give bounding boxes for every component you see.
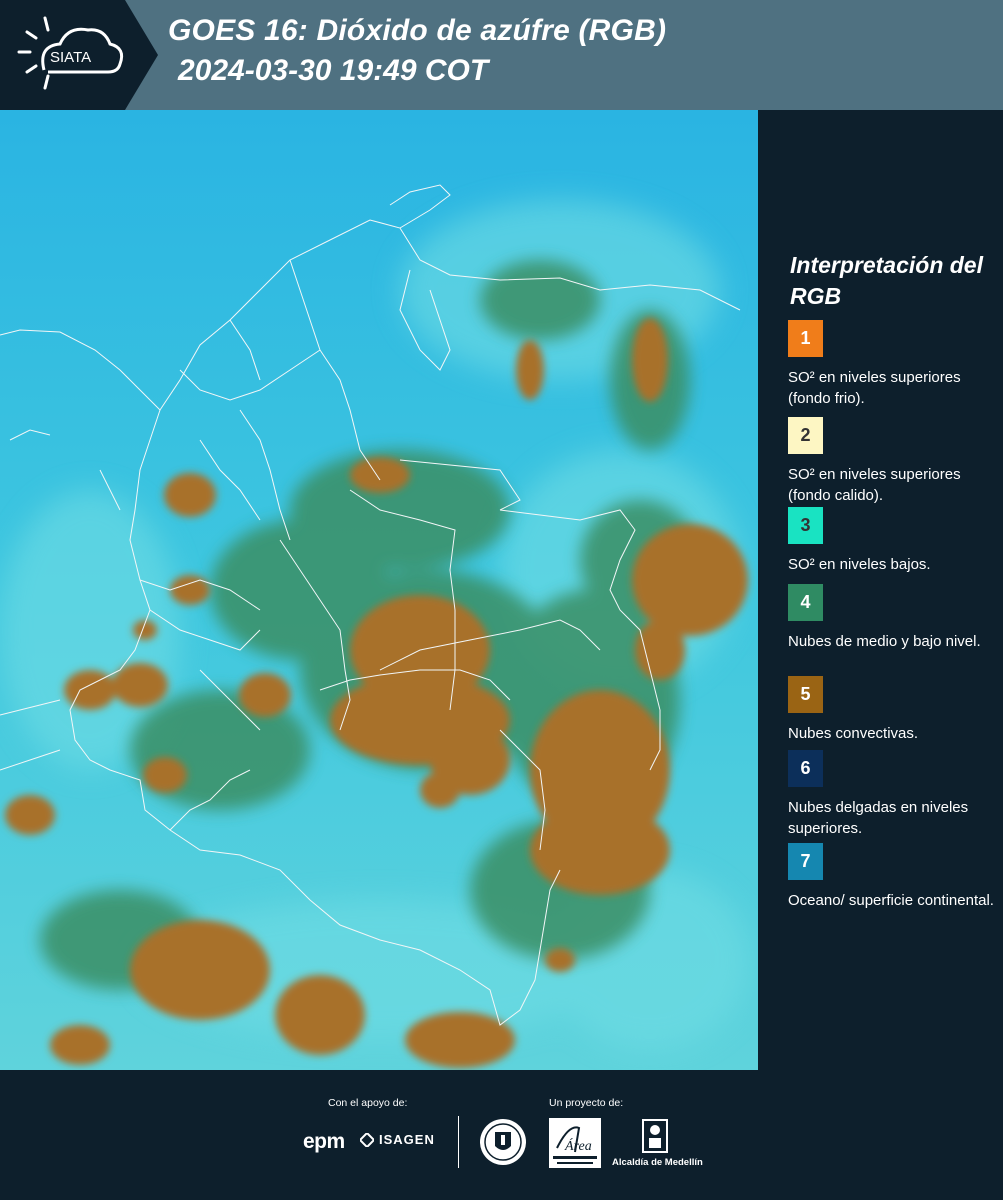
legend-label: Nubes de medio y bajo nivel. xyxy=(788,633,981,650)
legend-swatch: 6 xyxy=(788,750,823,787)
legend-panel: Interpretación del RGB 1 SO² en niveles … xyxy=(758,110,1003,1070)
page-timestamp: 2024-03-30 19:49 COT xyxy=(178,54,489,87)
legend-item-3: 3 SO² en niveles bajos. xyxy=(788,507,998,575)
siata-logo[interactable]: SIATA xyxy=(0,0,160,110)
footer: Con el apoyo de: Un proyecto de: epm ISA… xyxy=(0,1070,1003,1200)
legend-swatch: 3 xyxy=(788,507,823,544)
legend-item-6: 6 Nubes delgadas en niveles superiores. xyxy=(788,750,998,839)
medellin-seal-icon[interactable] xyxy=(478,1116,528,1173)
footer-divider xyxy=(458,1116,459,1168)
legend-label: Oceano/ superficie continental. xyxy=(788,892,994,909)
page-title: GOES 16: Dióxido de azúfre (RGB) xyxy=(168,14,667,47)
header: SIATA GOES 16: Dióxido de azúfre (RGB) 2… xyxy=(0,0,1003,110)
isagen-label: ISAGEN xyxy=(379,1132,435,1147)
legend-swatch: 4 xyxy=(788,584,823,621)
alcaldia-label: Alcaldía de Medellín xyxy=(612,1157,703,1168)
legend-swatch: 1 xyxy=(788,320,823,357)
project-label: Un proyecto de: xyxy=(549,1097,624,1109)
epm-logo[interactable]: epm xyxy=(303,1130,345,1154)
svg-text:SIATA: SIATA xyxy=(50,49,91,66)
support-label: Con el apoyo de: xyxy=(328,1097,408,1109)
legend-item-5: 5 Nubes convectivas. xyxy=(788,676,998,744)
satellite-map[interactable] xyxy=(0,110,758,1070)
legend-title: Interpretación del RGB xyxy=(790,252,983,309)
legend-label: SO² en niveles bajos. xyxy=(788,556,931,573)
legend-swatch: 7 xyxy=(788,843,823,880)
legend-label: Nubes delgadas en niveles superiores. xyxy=(788,799,969,837)
isagen-icon xyxy=(360,1132,374,1147)
svg-text:Área: Área xyxy=(564,1137,592,1154)
legend-swatch: 2 xyxy=(788,417,823,454)
legend-swatch: 5 xyxy=(788,676,823,713)
legend-item-2: 2 SO² en niveles superiores (fondo calid… xyxy=(788,417,998,506)
isagen-logo[interactable]: ISAGEN xyxy=(360,1132,435,1147)
legend-label: SO² en niveles superiores (fondo frio). xyxy=(788,369,961,407)
legend-item-4: 4 Nubes de medio y bajo nivel. xyxy=(788,584,998,652)
legend-label: Nubes convectivas. xyxy=(788,725,919,742)
legend-item-1: 1 SO² en niveles superiores (fondo frio)… xyxy=(788,320,998,409)
area-metropolitana-logo[interactable]: Área xyxy=(549,1118,601,1168)
alcaldia-shield-icon[interactable] xyxy=(641,1118,669,1159)
legend-item-7: 7 Oceano/ superficie continental. xyxy=(788,843,998,911)
legend-label: SO² en niveles superiores (fondo calido)… xyxy=(788,466,961,504)
